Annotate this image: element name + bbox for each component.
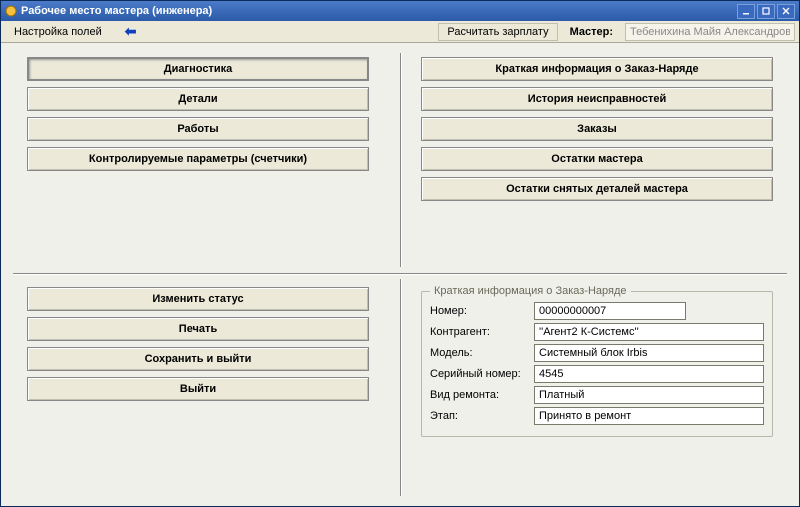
repair-type-label: Вид ремонта: bbox=[430, 389, 530, 401]
toolbar: Настройка полей ⬅ Расчитать зарплату Мас… bbox=[1, 21, 799, 43]
serial-label: Серийный номер: bbox=[430, 368, 530, 380]
minimize-button[interactable] bbox=[737, 4, 755, 19]
horizontal-separator bbox=[13, 273, 787, 275]
number-label: Номер: bbox=[430, 305, 530, 317]
fieldset-legend: Краткая информация о Заказ-Наряде bbox=[430, 285, 631, 297]
master-remains-button[interactable]: Остатки мастера bbox=[421, 147, 773, 171]
stage-field[interactable] bbox=[534, 407, 764, 425]
orders-button[interactable]: Заказы bbox=[421, 117, 773, 141]
order-info-button[interactable]: Краткая информация о Заказ-Наряде bbox=[421, 57, 773, 81]
app-icon bbox=[5, 5, 17, 17]
change-status-button[interactable]: Изменить статус bbox=[27, 287, 369, 311]
nav-arrow-icon[interactable]: ⬅ bbox=[119, 23, 143, 40]
bottom-right-panel: Краткая информация о Заказ-Наряде Номер:… bbox=[395, 273, 799, 506]
vertical-separator-top bbox=[400, 53, 402, 267]
window-title: Рабочее место мастера (инженера) bbox=[21, 5, 737, 17]
number-field[interactable] bbox=[534, 302, 686, 320]
works-button[interactable]: Работы bbox=[27, 117, 369, 141]
content-area: Диагностика Детали Работы Контролируемые… bbox=[1, 43, 799, 506]
save-exit-button[interactable]: Сохранить и выйти bbox=[27, 347, 369, 371]
fault-history-button[interactable]: История неисправностей bbox=[421, 87, 773, 111]
parts-button[interactable]: Детали bbox=[27, 87, 369, 111]
bottom-left-panel: Изменить статус Печать Сохранить и выйти… bbox=[1, 273, 395, 506]
master-field[interactable] bbox=[625, 23, 795, 41]
contractor-field[interactable] bbox=[534, 323, 764, 341]
calc-salary-button[interactable]: Расчитать зарплату bbox=[438, 23, 557, 41]
controlled-params-button[interactable]: Контролируемые параметры (счетчики) bbox=[27, 147, 369, 171]
model-field[interactable] bbox=[534, 344, 764, 362]
diagnostics-button[interactable]: Диагностика bbox=[27, 57, 369, 81]
close-button[interactable] bbox=[777, 4, 795, 19]
serial-field[interactable] bbox=[534, 365, 764, 383]
field-settings-button[interactable]: Настройка полей bbox=[5, 23, 111, 41]
stage-label: Этап: bbox=[430, 410, 530, 422]
repair-type-field[interactable] bbox=[534, 386, 764, 404]
order-info-fieldset: Краткая информация о Заказ-Наряде Номер:… bbox=[421, 291, 773, 437]
top-right-panel: Краткая информация о Заказ-Наряде Истори… bbox=[395, 43, 799, 273]
exit-button[interactable]: Выйти bbox=[27, 377, 369, 401]
print-button[interactable]: Печать bbox=[27, 317, 369, 341]
vertical-separator-bottom bbox=[400, 279, 402, 496]
master-caption: Мастер: bbox=[570, 26, 613, 38]
removed-parts-remains-button[interactable]: Остатки снятых деталей мастера bbox=[421, 177, 773, 201]
contractor-label: Контрагент: bbox=[430, 326, 530, 338]
window-titlebar: Рабочее место мастера (инженера) bbox=[1, 1, 799, 21]
maximize-button[interactable] bbox=[757, 4, 775, 19]
top-left-panel: Диагностика Детали Работы Контролируемые… bbox=[1, 43, 395, 273]
model-label: Модель: bbox=[430, 347, 530, 359]
